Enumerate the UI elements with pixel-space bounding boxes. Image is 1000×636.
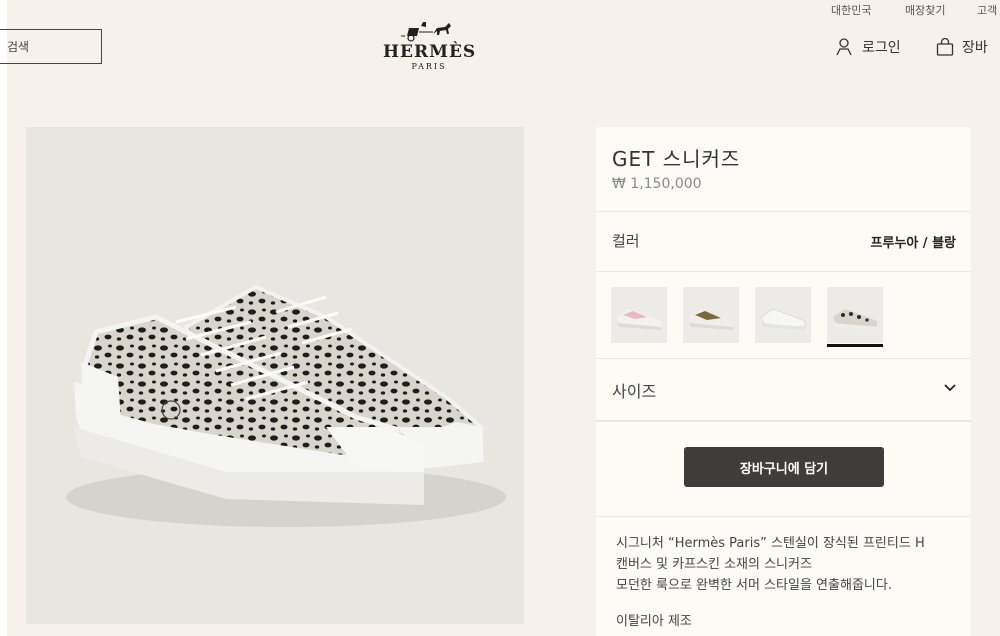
add-to-cart-button[interactable]: 장바구니에 담기: [684, 447, 884, 487]
carriage-icon: [401, 22, 451, 42]
title-section: GET 스니커즈 ₩ 1,150,000: [596, 127, 971, 212]
size-label: 사이즈: [612, 382, 657, 401]
customer-service-link[interactable]: 고객: [977, 2, 997, 18]
region-link[interactable]: 대한민국: [831, 2, 871, 18]
bag-icon: [936, 38, 954, 56]
cart-link[interactable]: 장바: [936, 37, 988, 57]
product-price: ₩ 1,150,000: [612, 176, 702, 192]
product-panel: GET 스니커즈 ₩ 1,150,000 컬러 프루누아 / 블랑 사이즈 장바…: [596, 127, 971, 636]
color-label: 컬러: [612, 232, 640, 250]
login-label: 로그인: [862, 40, 901, 56]
swatch-white[interactable]: [755, 287, 811, 343]
left-edge-strip: [0, 0, 7, 636]
swatch-khaki[interactable]: [683, 287, 739, 343]
product-title: GET 스니커즈: [612, 147, 741, 171]
cart-label: 장바: [962, 40, 988, 56]
search-input[interactable]: 검색: [0, 29, 102, 64]
leopard-sneaker-thumb: [833, 309, 877, 330]
khaki-sneaker-thumb: [689, 309, 733, 330]
login-link[interactable]: 로그인: [836, 37, 901, 57]
product-description: 시그니처 “Hermès Paris” 스텐실이 장식된 프린티드 H 캔버스 …: [616, 533, 961, 596]
user-icon: [836, 38, 852, 56]
store-finder-link[interactable]: 매장찾기: [905, 2, 945, 18]
description-line: 시그니처 “Hermès Paris” 스텐실이 장식된 프린티드 H: [616, 536, 925, 551]
swatch-leopard[interactable]: [827, 287, 883, 347]
description-line: 캔버스 및 카프스킨 소재의 스니커즈: [616, 557, 812, 572]
pink-sneaker-thumb: [617, 309, 661, 330]
hermes-logo[interactable]: HERMÈS PARIS: [383, 18, 475, 74]
description-line: 모던한 룩으로 완벽한 서머 스타일을 연출해줍니다.: [616, 578, 892, 593]
search-label: 검색: [7, 40, 30, 54]
made-in-label: 이탈리아 제조: [616, 614, 692, 629]
product-image[interactable]: [26, 127, 524, 624]
sneaker-illustration: [66, 284, 506, 527]
color-value: 프루누아 / 블랑: [870, 236, 956, 251]
chevron-down-icon[interactable]: [944, 383, 956, 393]
white-sneaker-thumb: [760, 308, 806, 330]
swatch-pink[interactable]: [611, 287, 667, 343]
logo-wordmark: HERMÈS: [383, 42, 477, 62]
logo-subtitle: PARIS: [411, 62, 447, 71]
